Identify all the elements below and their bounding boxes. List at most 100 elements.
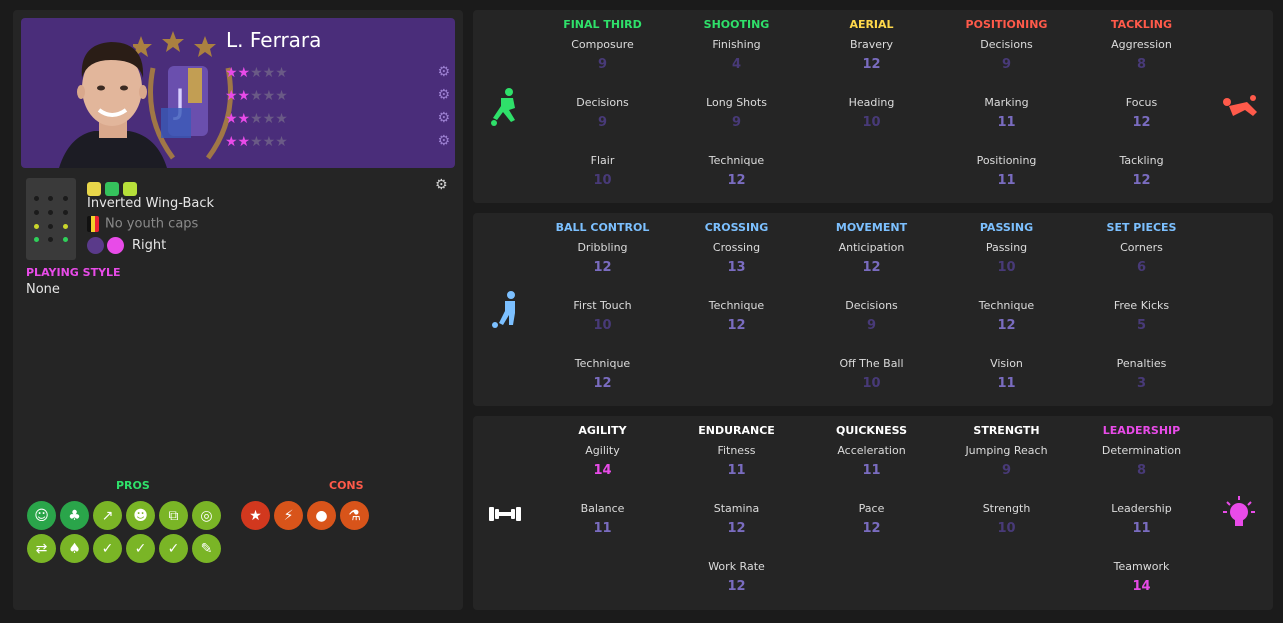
right-foot-icon <box>107 237 124 254</box>
gear-icon[interactable]: ⚙ <box>437 87 450 103</box>
gear-icon[interactable]: ⚙ <box>437 110 450 126</box>
swap-arrows-icon[interactable]: ⇄ <box>27 534 56 563</box>
gear-icon[interactable]: ⚙ <box>435 177 448 193</box>
attribute-name: Fitness <box>717 444 756 457</box>
trend-up-icon[interactable]: ↗ <box>93 501 122 530</box>
attribute-item[interactable]: Work Rate 12 <box>669 560 804 614</box>
attributes-panel-technical-attacking: BALL CONTROL Dribbling 12 First Touch 10 Tech… <box>473 213 1273 406</box>
attribute-item[interactable]: Jumping Reach 9 <box>939 444 1074 498</box>
star-icon[interactable]: ★ <box>241 501 270 530</box>
attribute-item[interactable]: Balance 11 <box>535 502 670 556</box>
attribute-name: Jumping Reach <box>965 444 1048 457</box>
gear-icon[interactable]: ⚙ <box>437 133 450 149</box>
attribute-category: LEADERSHIP Determination 8 Leadership 11 Team… <box>1074 424 1209 614</box>
attribute-item[interactable]: Passing 10 <box>939 241 1074 295</box>
attribute-item[interactable]: Leadership 11 <box>1074 502 1209 556</box>
attribute-item[interactable]: Strength 10 <box>939 502 1074 556</box>
clipboard-check-icon[interactable]: ✓ <box>126 534 155 563</box>
attribute-item[interactable]: Corners 6 <box>1074 241 1209 295</box>
leaf-green-icon[interactable]: ♣ <box>60 501 89 530</box>
category-title: CROSSING <box>704 221 769 234</box>
attribute-name: Technique <box>708 154 765 167</box>
attribute-item[interactable]: Pace 12 <box>804 502 939 556</box>
attribute-item[interactable]: Off The Ball 10 <box>804 357 939 411</box>
attribute-value: 10 <box>997 260 1016 275</box>
category-title: AGILITY <box>578 424 627 437</box>
attributes-panel-physical-mental: AGILITY Agility 14 Balance 11 ENDURANCE Fitnes… <box>473 416 1273 610</box>
attribute-name: Bravery <box>849 38 894 51</box>
attribute-value: 11 <box>997 376 1016 391</box>
attribute-item[interactable]: Fitness 11 <box>669 444 804 498</box>
attribute-item[interactable]: Determination 8 <box>1074 444 1209 498</box>
attribute-item[interactable]: Positioning 11 <box>939 154 1074 208</box>
broken-chain-icon[interactable]: ⚡ <box>274 501 303 530</box>
attribute-item[interactable]: Teamwork 14 <box>1074 560 1209 614</box>
category-title: POSITIONING <box>965 18 1048 31</box>
send-icon[interactable] <box>123 181 137 196</box>
role-stars: ★★★★★ <box>225 111 288 127</box>
attribute-item[interactable]: Anticipation 12 <box>804 241 939 295</box>
clipboard-edit-icon[interactable]: ✎ <box>192 534 221 563</box>
role-rating-row: ★★★★★ ⚙ <box>225 110 450 127</box>
clipboard-check-icon[interactable]: ✓ <box>93 534 122 563</box>
attribute-item[interactable]: Long Shots 9 <box>669 96 804 150</box>
attribute-name: First Touch <box>573 299 632 312</box>
attribute-item[interactable]: Stamina 12 <box>669 502 804 556</box>
attribute-item[interactable]: Technique 12 <box>669 154 804 208</box>
category-title: BALL CONTROL <box>555 221 650 234</box>
attribute-item[interactable]: Agility 14 <box>535 444 670 498</box>
attribute-item[interactable]: Penalties 3 <box>1074 357 1209 411</box>
attribute-category: PASSING Passing 10 Technique 12 Vision 11 <box>939 221 1074 411</box>
attribute-item[interactable]: Free Kicks 5 <box>1074 299 1209 353</box>
attribute-name: Crossing <box>712 241 761 254</box>
attribute-item[interactable]: Crossing 13 <box>669 241 804 295</box>
attribute-name: Focus <box>1125 96 1158 109</box>
attribute-item[interactable]: Technique 12 <box>535 357 670 411</box>
attribute-category: FINAL THIRD Composure 9 Decisions 9 Flair 10 <box>535 18 670 208</box>
head-icon[interactable]: ☻ <box>126 501 155 530</box>
attribute-item[interactable]: First Touch 10 <box>535 299 670 353</box>
attribute-item[interactable]: Focus 12 <box>1074 96 1209 150</box>
clipboard-check-icon[interactable]: ✓ <box>159 534 188 563</box>
attribute-item[interactable]: Acceleration 11 <box>804 444 939 498</box>
heart-icon[interactable] <box>87 181 101 196</box>
attribute-item[interactable]: Tackling 12 <box>1074 154 1209 208</box>
plant-icon[interactable]: ♠ <box>60 534 89 563</box>
hand-icon[interactable] <box>105 181 119 196</box>
flask-icon[interactable]: ⚗ <box>340 501 369 530</box>
attribute-item[interactable]: Bravery 12 <box>804 38 939 92</box>
attribute-item[interactable]: Decisions 9 <box>535 96 670 150</box>
attribute-name: Stamina <box>713 502 760 515</box>
attribute-name: Leadership <box>1111 502 1172 515</box>
attribute-name: Flair <box>590 154 615 167</box>
attribute-item[interactable]: Finishing 4 <box>669 38 804 92</box>
attribute-item[interactable]: Vision 11 <box>939 357 1074 411</box>
attribute-value: 8 <box>1136 57 1147 72</box>
attribute-item[interactable]: Technique 12 <box>669 299 804 353</box>
attribute-name: Work Rate <box>708 560 765 573</box>
attribute-name: Tackling <box>1119 154 1164 167</box>
attribute-value: 10 <box>862 376 881 391</box>
attribute-item[interactable]: Technique 12 <box>939 299 1074 353</box>
rings-icon[interactable]: ◎ <box>192 501 221 530</box>
attribute-value: 12 <box>727 318 746 333</box>
attribute-item[interactable]: Dribbling 12 <box>535 241 670 295</box>
attribute-item[interactable]: Aggression 8 <box>1074 38 1209 92</box>
attribute-item[interactable]: Composure 9 <box>535 38 670 92</box>
attribute-value: 12 <box>593 376 612 391</box>
position-pitch-map[interactable] <box>26 178 76 260</box>
category-title: FINAL THIRD <box>563 18 642 31</box>
attribute-item[interactable]: Flair 10 <box>535 154 670 208</box>
attribute-item[interactable]: Decisions 9 <box>939 38 1074 92</box>
ball-icon[interactable]: ● <box>307 501 336 530</box>
attribute-item[interactable]: Heading 10 <box>804 96 939 150</box>
category-title: STRENGTH <box>973 424 1040 437</box>
role-stars: ★★★★★ <box>225 134 288 150</box>
chain-icon[interactable]: ⧉ <box>159 501 188 530</box>
category-title: ENDURANCE <box>698 424 775 437</box>
crowd-green-icon[interactable]: ☺ <box>27 501 56 530</box>
attribute-name: Free Kicks <box>1113 299 1170 312</box>
attribute-item[interactable]: Marking 11 <box>939 96 1074 150</box>
attribute-item[interactable]: Decisions 9 <box>804 299 939 353</box>
gear-icon[interactable]: ⚙ <box>437 64 450 80</box>
